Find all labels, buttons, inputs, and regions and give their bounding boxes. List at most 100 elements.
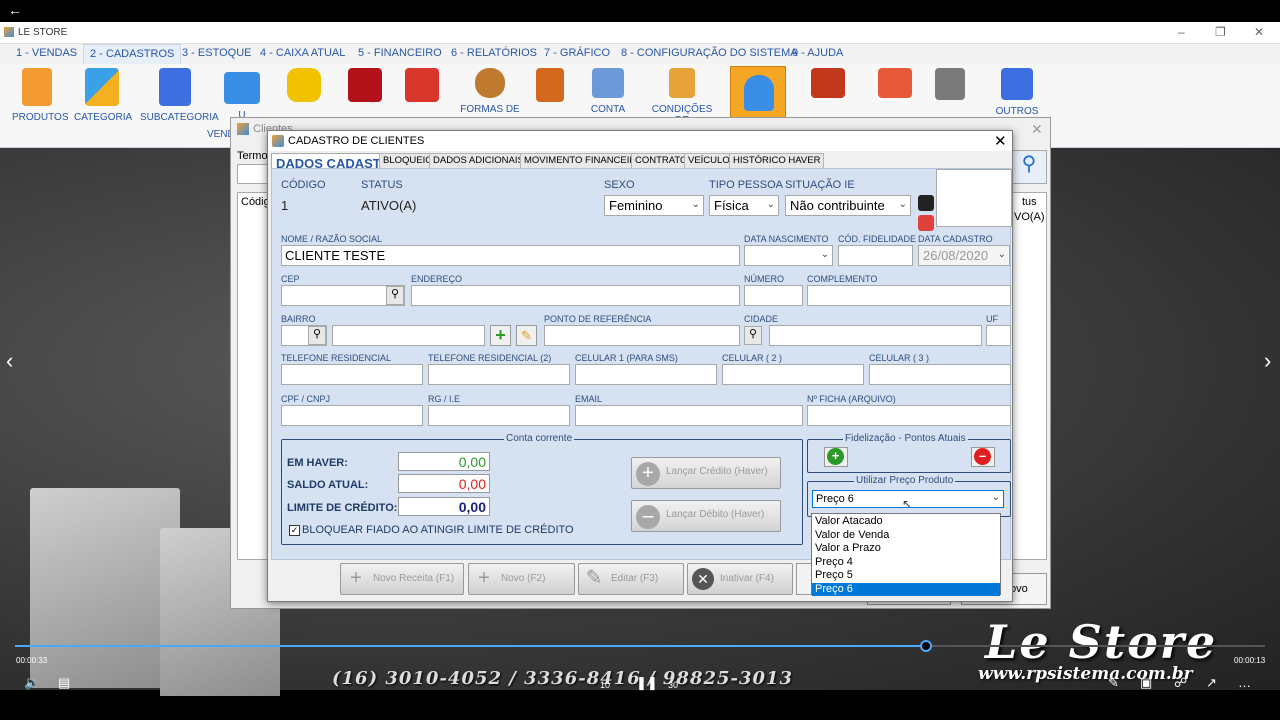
search-icon[interactable]: ⚲ [1011,150,1047,184]
skip-forward-icon[interactable]: 30 [668,680,678,690]
preco-option[interactable]: Preço 4 [812,556,1000,570]
ribbon-clientes[interactable] [730,66,786,118]
celular1-input[interactable] [575,364,717,385]
more-icon[interactable]: … [1238,675,1251,690]
nome-input[interactable]: CLIENTE TESTE [281,245,740,266]
cpf-input[interactable] [281,405,423,426]
ribbon-veiculos[interactable] [286,68,322,108]
tab-movimento-financeiro[interactable]: MOVIMENTO FINANCEIRO [520,153,648,169]
tab-historico-haver[interactable]: HISTÓRICO HAVER [729,153,825,169]
telefone1-input[interactable] [281,364,423,385]
lancar-debito-button[interactable]: – Lançar Débito (Haver) [631,500,781,532]
close-icon[interactable]: ✕ [1254,25,1264,39]
ribbon-produtos[interactable]: PRODUTOS [12,68,69,123]
email-input[interactable] [575,405,803,426]
cidade-input[interactable] [769,325,982,346]
ribbon-promocao[interactable] [877,68,913,104]
situacao-ie-select[interactable]: Não contribuinte ⌄ [785,195,911,216]
skip-back-icon[interactable]: 10 [600,680,610,690]
tab-contrato[interactable]: CONTRATO [631,153,692,169]
ribbon-medidas[interactable]: U [222,68,262,121]
bloquear-checkbox[interactable]: ✓ [289,525,300,536]
ribbon-conta[interactable]: CONTA [586,68,630,115]
preco-option-selected[interactable]: Preço 6 [812,582,1000,596]
search-icon[interactable]: ⚲ [386,286,404,305]
captions-icon[interactable]: ▤ [58,675,70,691]
celular2-input[interactable] [722,364,864,385]
celular3-input[interactable] [869,364,1011,385]
endereco-input[interactable] [411,285,740,306]
novo-receita-button[interactable]: + Novo Receita (F1) [340,563,464,595]
editar-button[interactable]: ✎ Editar (F3) [578,563,684,595]
edit-icon[interactable]: ✎ [516,325,537,346]
novo-button[interactable]: + Novo (F2) [468,563,575,595]
tipo-pessoa-select[interactable]: Física ⌄ [709,195,779,216]
more-button[interactable] [796,563,812,595]
preco-option[interactable]: Valor a Prazo [812,542,1000,556]
menu-cadastros[interactable]: 2 - CADASTROS [83,44,182,64]
data-nascimento-picker[interactable]: ⌄ [744,245,833,266]
telefone2-input[interactable] [428,364,570,385]
tab-dados-adicionais[interactable]: DADOS ADICIONAIS [429,153,528,169]
lancar-credito-button[interactable]: + Lançar Crédito (Haver) [631,457,781,489]
uf-input[interactable] [986,325,1011,346]
close-icon[interactable]: ✕ [994,132,1007,150]
minimize-icon[interactable]: – [1178,25,1185,39]
webcam-icon[interactable] [918,195,934,211]
ribbon-transporte[interactable] [810,68,846,104]
remove-photo-icon[interactable] [918,215,934,231]
progress-knob[interactable] [920,640,932,652]
add-icon[interactable]: + [490,325,511,346]
ribbon-outros[interactable]: OUTROS [995,68,1039,117]
ficha-input[interactable] [807,405,1011,426]
volume-icon[interactable]: 🔉 [24,675,40,691]
email-label: EMAIL [575,394,603,404]
sexo-select[interactable]: Feminino ⌄ [604,195,704,216]
pause-icon[interactable]: ❚❚ [636,675,658,691]
fidelidade-input[interactable] [838,245,913,266]
miniplayer-icon[interactable]: ▣ [1140,675,1152,691]
preco-option[interactable]: Valor de Venda [812,529,1000,543]
menu-configuracao[interactable]: 8 - CONFIGURAÇÃO DO SISTEMA [621,47,798,59]
next-arrow-icon[interactable]: › [1264,348,1271,374]
rg-input[interactable] [428,405,570,426]
remove-points-button[interactable]: – [971,447,995,467]
inativar-button[interactable]: ✕ Inativar (F4) [687,563,793,595]
ribbon-arquivo[interactable] [530,68,570,108]
tab-bloqueio[interactable]: BLOQUEIO [379,153,437,169]
ribbon-ferramentas[interactable] [404,68,440,108]
search-icon[interactable]: ⚲ [308,326,326,345]
menu-relatorios[interactable]: 6 - RELATÓRIOS [451,47,537,59]
prev-arrow-icon[interactable]: ‹ [6,348,13,374]
add-points-button[interactable]: + [824,447,848,467]
fullscreen-icon[interactable]: ↗ [1206,675,1217,691]
preco-option[interactable]: Preço 5 [812,569,1000,583]
menu-vendas[interactable]: 1 - VENDAS [16,47,77,59]
limite-input[interactable]: 0,00 [398,497,490,516]
cast-icon[interactable]: ☍ [1174,675,1187,691]
complemento-input[interactable] [807,285,1011,306]
back-arrow-icon[interactable]: ← [8,2,22,18]
celular3-label: CELULAR ( 3 ) [869,353,930,363]
shopping-bag-image [30,488,180,688]
ribbon-categoria[interactable]: CATEGORIA [74,68,132,123]
preco-option[interactable]: Valor Atacado [812,515,1000,529]
numero-input[interactable] [744,285,803,306]
menu-grafico[interactable]: 7 - GRÁFICO [544,47,610,59]
ribbon-usuarios[interactable] [932,68,968,106]
search-icon[interactable]: ⚲ [744,326,762,345]
menu-ajuda[interactable]: 9 - AJUDA [792,47,843,59]
ribbon-formas-pagamento[interactable]: FORMAS DE [460,68,520,115]
ribbon-subcategoria[interactable]: SUBCATEGORIA [140,68,219,123]
clientes-close-icon[interactable]: ✕ [1031,121,1043,138]
pen-icon[interactable]: ✎ [1108,675,1119,691]
termo-input[interactable] [237,164,269,184]
bairro-input[interactable] [332,325,485,346]
menu-caixa-atual[interactable]: 4 - CAIXA ATUAL [260,47,345,59]
photo-box[interactable] [936,169,1012,227]
menu-estoque[interactable]: 3 - ESTOQUE [182,47,251,59]
ponto-referencia-input[interactable] [544,325,740,346]
menu-financeiro[interactable]: 5 - FINANCEIRO [358,47,442,59]
restore-icon[interactable]: ❐ [1215,25,1226,39]
ribbon-lestore[interactable] [347,68,383,108]
